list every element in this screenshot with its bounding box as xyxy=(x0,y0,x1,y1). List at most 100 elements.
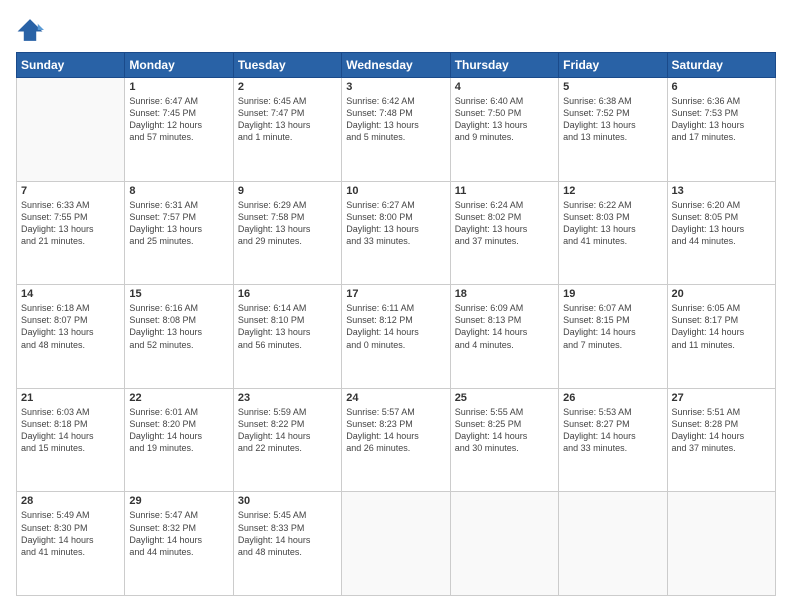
day-number: 20 xyxy=(672,288,771,300)
day-number: 27 xyxy=(672,392,771,404)
calendar-cell: 11 Sunrise: 6:24 AM Sunset: 8:02 PM Dayli… xyxy=(450,181,558,285)
logo xyxy=(16,16,48,44)
calendar-week-row: 7 Sunrise: 6:33 AM Sunset: 7:55 PM Daylig… xyxy=(17,181,776,285)
weekday-header: Wednesday xyxy=(342,53,450,78)
calendar-cell xyxy=(17,78,125,182)
day-info: Sunrise: 6:07 AM Sunset: 8:15 PM Dayligh… xyxy=(563,302,662,351)
calendar-cell: 15Sunrise: 6:16 AM Sunset: 8:08 PM Dayli… xyxy=(125,285,233,389)
calendar-cell: 8 Sunrise: 6:31 AM Sunset: 7:57 PM Daylig… xyxy=(125,181,233,285)
day-number: 11 xyxy=(455,185,554,197)
calendar-cell: 28 Sunrise: 5:49 AM Sunset: 8:30 PM Dayli… xyxy=(17,492,125,596)
day-info: Sunrise: 5:51 AM Sunset: 8:28 PM Dayligh… xyxy=(672,406,771,455)
weekday-header: Sunday xyxy=(17,53,125,78)
calendar-week-row: 28 Sunrise: 5:49 AM Sunset: 8:30 PM Dayli… xyxy=(17,492,776,596)
day-number: 13 xyxy=(672,185,771,197)
day-info: Sunrise: 6:03 AM Sunset: 8:18 PM Dayligh… xyxy=(21,406,120,455)
day-number: 16 xyxy=(238,288,337,300)
calendar-cell: 21 Sunrise: 6:03 AM Sunset: 8:18 PM Dayli… xyxy=(17,388,125,492)
calendar-cell: 6 Sunrise: 6:36 AM Sunset: 7:53 PM Daylig… xyxy=(667,78,775,182)
day-number: 26 xyxy=(563,392,662,404)
day-number: 19 xyxy=(563,288,662,300)
day-info: Sunrise: 6:24 AM Sunset: 8:02 PM Dayligh… xyxy=(455,199,554,248)
page: SundayMondayTuesdayWednesdayThursdayFrid… xyxy=(0,0,792,612)
day-info: Sunrise: 6:16 AM Sunset: 8:08 PM Dayligh… xyxy=(129,302,228,351)
day-number: 22 xyxy=(129,392,228,404)
weekday-header: Thursday xyxy=(450,53,558,78)
day-number: 8 xyxy=(129,185,228,197)
calendar-cell: 13 Sunrise: 6:20 AM Sunset: 8:05 PM Dayli… xyxy=(667,181,775,285)
day-number: 5 xyxy=(563,81,662,93)
calendar-cell xyxy=(559,492,667,596)
day-number: 10 xyxy=(346,185,445,197)
calendar-cell: 10Sunrise: 6:27 AM Sunset: 8:00 PM Dayli… xyxy=(342,181,450,285)
day-number: 9 xyxy=(238,185,337,197)
calendar-cell: 27 Sunrise: 5:51 AM Sunset: 8:28 PM Dayli… xyxy=(667,388,775,492)
calendar-week-row: 1 Sunrise: 6:47 AM Sunset: 7:45 PM Daylig… xyxy=(17,78,776,182)
calendar-cell xyxy=(667,492,775,596)
day-info: Sunrise: 6:09 AM Sunset: 8:13 PM Dayligh… xyxy=(455,302,554,351)
day-info: Sunrise: 6:42 AM Sunset: 7:48 PM Dayligh… xyxy=(346,95,445,144)
calendar-cell: 30 Sunrise: 5:45 AM Sunset: 8:33 PM Dayli… xyxy=(233,492,341,596)
day-info: Sunrise: 5:55 AM Sunset: 8:25 PM Dayligh… xyxy=(455,406,554,455)
day-info: Sunrise: 6:31 AM Sunset: 7:57 PM Dayligh… xyxy=(129,199,228,248)
day-info: Sunrise: 5:59 AM Sunset: 8:22 PM Dayligh… xyxy=(238,406,337,455)
weekday-header: Saturday xyxy=(667,53,775,78)
header xyxy=(16,16,776,44)
day-info: Sunrise: 5:53 AM Sunset: 8:27 PM Dayligh… xyxy=(563,406,662,455)
day-info: Sunrise: 6:36 AM Sunset: 7:53 PM Dayligh… xyxy=(672,95,771,144)
day-info: Sunrise: 6:40 AM Sunset: 7:50 PM Dayligh… xyxy=(455,95,554,144)
day-number: 30 xyxy=(238,495,337,507)
calendar-table: SundayMondayTuesdayWednesdayThursdayFrid… xyxy=(16,52,776,596)
day-number: 28 xyxy=(21,495,120,507)
day-number: 25 xyxy=(455,392,554,404)
day-number: 14 xyxy=(21,288,120,300)
day-info: Sunrise: 6:33 AM Sunset: 7:55 PM Dayligh… xyxy=(21,199,120,248)
day-info: Sunrise: 6:01 AM Sunset: 8:20 PM Dayligh… xyxy=(129,406,228,455)
day-info: Sunrise: 6:38 AM Sunset: 7:52 PM Dayligh… xyxy=(563,95,662,144)
logo-icon xyxy=(16,16,44,44)
calendar-cell: 22 Sunrise: 6:01 AM Sunset: 8:20 PM Dayli… xyxy=(125,388,233,492)
day-info: Sunrise: 5:47 AM Sunset: 8:32 PM Dayligh… xyxy=(129,509,228,558)
weekday-header: Friday xyxy=(559,53,667,78)
day-info: Sunrise: 5:49 AM Sunset: 8:30 PM Dayligh… xyxy=(21,509,120,558)
day-number: 6 xyxy=(672,81,771,93)
calendar-cell: 20 Sunrise: 6:05 AM Sunset: 8:17 PM Dayli… xyxy=(667,285,775,389)
day-info: Sunrise: 6:05 AM Sunset: 8:17 PM Dayligh… xyxy=(672,302,771,351)
calendar-cell: 24Sunrise: 5:57 AM Sunset: 8:23 PM Dayli… xyxy=(342,388,450,492)
calendar-cell: 17 Sunrise: 6:11 AM Sunset: 8:12 PM Dayli… xyxy=(342,285,450,389)
calendar-cell: 14 Sunrise: 6:18 AM Sunset: 8:07 PM Dayli… xyxy=(17,285,125,389)
day-number: 2 xyxy=(238,81,337,93)
calendar-cell: 23Sunrise: 5:59 AM Sunset: 8:22 PM Dayli… xyxy=(233,388,341,492)
calendar-cell: 7 Sunrise: 6:33 AM Sunset: 7:55 PM Daylig… xyxy=(17,181,125,285)
calendar-cell: 9 Sunrise: 6:29 AM Sunset: 7:58 PM Daylig… xyxy=(233,181,341,285)
day-info: Sunrise: 5:45 AM Sunset: 8:33 PM Dayligh… xyxy=(238,509,337,558)
day-info: Sunrise: 6:45 AM Sunset: 7:47 PM Dayligh… xyxy=(238,95,337,144)
calendar-cell: 2 Sunrise: 6:45 AM Sunset: 7:47 PM Daylig… xyxy=(233,78,341,182)
calendar-cell: 29 Sunrise: 5:47 AM Sunset: 8:32 PM Dayli… xyxy=(125,492,233,596)
day-info: Sunrise: 6:29 AM Sunset: 7:58 PM Dayligh… xyxy=(238,199,337,248)
calendar-cell: 12 Sunrise: 6:22 AM Sunset: 8:03 PM Dayli… xyxy=(559,181,667,285)
day-number: 29 xyxy=(129,495,228,507)
day-info: Sunrise: 6:14 AM Sunset: 8:10 PM Dayligh… xyxy=(238,302,337,351)
day-info: Sunrise: 6:20 AM Sunset: 8:05 PM Dayligh… xyxy=(672,199,771,248)
day-number: 21 xyxy=(21,392,120,404)
calendar-week-row: 14 Sunrise: 6:18 AM Sunset: 8:07 PM Dayli… xyxy=(17,285,776,389)
day-info: Sunrise: 6:11 AM Sunset: 8:12 PM Dayligh… xyxy=(346,302,445,351)
day-info: Sunrise: 6:47 AM Sunset: 7:45 PM Dayligh… xyxy=(129,95,228,144)
calendar-cell xyxy=(342,492,450,596)
day-info: Sunrise: 6:18 AM Sunset: 8:07 PM Dayligh… xyxy=(21,302,120,351)
day-number: 1 xyxy=(129,81,228,93)
calendar-cell: 3Sunrise: 6:42 AM Sunset: 7:48 PM Daylig… xyxy=(342,78,450,182)
calendar-cell: 5 Sunrise: 6:38 AM Sunset: 7:52 PM Daylig… xyxy=(559,78,667,182)
calendar-cell xyxy=(450,492,558,596)
day-info: Sunrise: 6:22 AM Sunset: 8:03 PM Dayligh… xyxy=(563,199,662,248)
weekday-header: Monday xyxy=(125,53,233,78)
day-number: 17 xyxy=(346,288,445,300)
day-number: 7 xyxy=(21,185,120,197)
calendar-cell: 1 Sunrise: 6:47 AM Sunset: 7:45 PM Daylig… xyxy=(125,78,233,182)
day-number: 24 xyxy=(346,392,445,404)
calendar-cell: 19 Sunrise: 6:07 AM Sunset: 8:15 PM Dayli… xyxy=(559,285,667,389)
calendar-header-row: SundayMondayTuesdayWednesdayThursdayFrid… xyxy=(17,53,776,78)
day-number: 12 xyxy=(563,185,662,197)
calendar-week-row: 21 Sunrise: 6:03 AM Sunset: 8:18 PM Dayli… xyxy=(17,388,776,492)
